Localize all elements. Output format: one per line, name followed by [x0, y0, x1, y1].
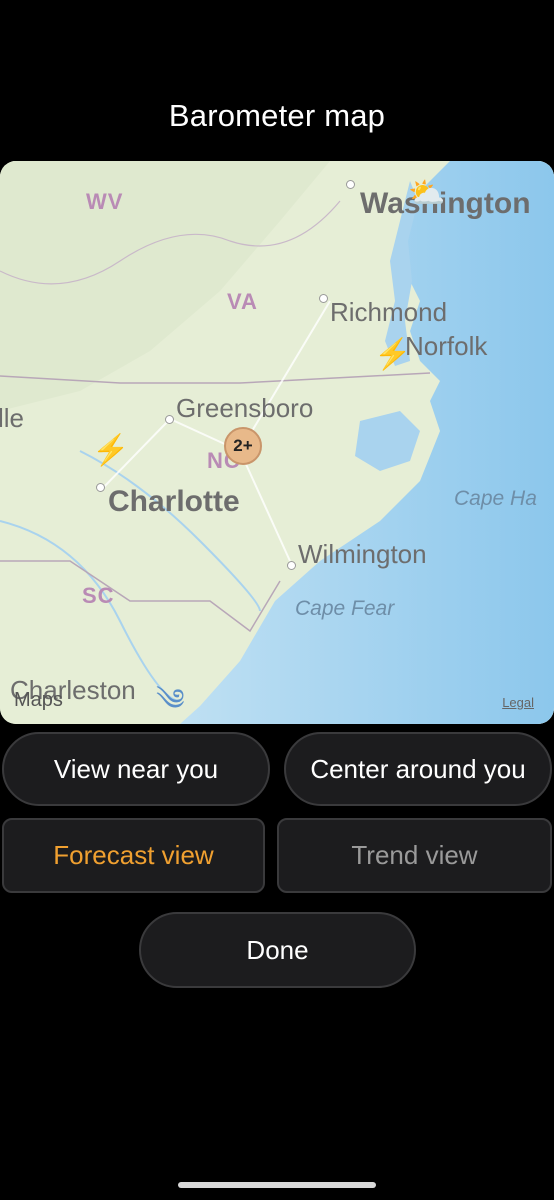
- city-label-partial: lle: [0, 403, 25, 433]
- city-dot-richmond: [319, 294, 328, 303]
- city-dot-greensboro: [165, 415, 174, 424]
- map-background: [0, 161, 554, 724]
- state-label-va: VA: [227, 289, 258, 314]
- view-near-you-button[interactable]: View near you: [2, 732, 270, 806]
- trend-view-button[interactable]: Trend view: [277, 818, 552, 893]
- city-label-wilmington: Wilmington: [298, 539, 427, 569]
- state-label-sc: SC: [82, 583, 115, 608]
- page-title: Barometer map: [168, 98, 386, 133]
- done-button[interactable]: Done: [139, 912, 416, 988]
- map-view[interactable]: WV VA NC SC Washington Richmond Norfolk …: [0, 161, 554, 724]
- city-label-richmond: Richmond: [330, 297, 448, 327]
- cape-label-fear: Cape Fear: [295, 597, 395, 620]
- city-label-charlotte: Charlotte: [108, 485, 240, 518]
- forecast-view-button[interactable]: Forecast view: [2, 818, 265, 893]
- wind-icon[interactable]: ༄: [156, 667, 185, 724]
- city-dot-washington: [346, 180, 355, 189]
- weather-cluster-marker[interactable]: 2+: [224, 427, 262, 465]
- legal-link[interactable]: Legal: [502, 695, 534, 710]
- center-around-you-button[interactable]: Center around you: [284, 732, 552, 806]
- maps-attribution: Maps: [14, 689, 63, 711]
- lightning-icon[interactable]: ⚡: [374, 337, 411, 372]
- city-dot-charlotte: [96, 483, 105, 492]
- lightning-icon[interactable]: ⚡: [92, 433, 129, 468]
- city-dot-wilmington: [287, 561, 296, 570]
- state-label-wv: WV: [86, 189, 124, 214]
- partly-cloudy-icon[interactable]: ⛅: [408, 176, 445, 211]
- city-label-greensboro: Greensboro: [176, 393, 314, 423]
- cape-label-hatteras: Cape Ha: [454, 487, 537, 510]
- home-indicator[interactable]: [178, 1182, 376, 1188]
- city-label-norfolk: Norfolk: [405, 331, 488, 361]
